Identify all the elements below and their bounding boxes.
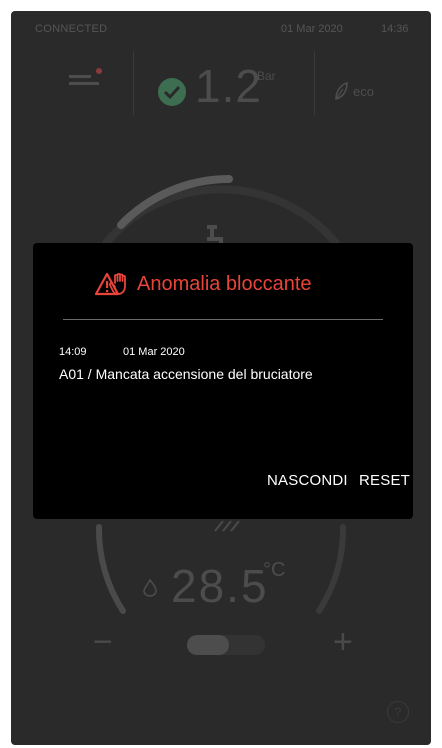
help-button[interactable]: ? [387,701,409,723]
gauge-track-bottom-right [316,524,347,614]
status-time: 14:36 [381,23,409,35]
notification-dot [96,68,102,74]
flame-icon [143,579,157,597]
top-bar-divider [133,51,134,115]
alert-dialog: Anomalia bloccante 14:09 01 Mar 2020 A01… [33,243,413,519]
gauge-track-bottom-left [95,524,126,614]
gauge-track-top [102,185,340,247]
toggle-knob [187,635,229,655]
eco-label: eco [353,84,374,99]
pressure-value: 1.2 [195,60,262,112]
alert-message: A01 / Mancata accensione del bruciatore [59,366,313,382]
menu-icon [69,68,102,85]
gauge-fill-top [117,175,233,229]
menu-button[interactable] [67,61,107,101]
eco-button[interactable]: eco [333,81,393,105]
temperature-value: 28.5 [171,560,269,612]
top-bar-divider [314,51,315,115]
alert-date: 01 Mar 2020 [123,346,185,358]
tap-icon [207,225,223,245]
hide-button[interactable]: NASCONDI [267,472,348,489]
dialog-divider [63,319,383,320]
status-date: 01 Mar 2020 [281,23,343,35]
pressure-unit: Bar [257,69,276,83]
leaf-icon [335,81,348,101]
warning-hand-icon [95,272,126,296]
increase-temperature-button[interactable]: + [333,625,353,659]
temperature-unit: °C [263,559,286,581]
alert-time: 14:09 [59,346,87,358]
reset-button[interactable]: RESET [359,472,410,489]
decrease-temperature-button[interactable]: − [93,625,113,659]
check-circle-icon [158,78,186,106]
mode-toggle[interactable] [187,635,265,655]
connection-status: CONNECTED [35,23,108,35]
heat-waves-icon [214,520,240,532]
thermostat-screen: CONNECTED 01 Mar 2020 14:36 1.2 Bar eco … [11,11,431,745]
dialog-title: Anomalia bloccante [137,273,312,295]
